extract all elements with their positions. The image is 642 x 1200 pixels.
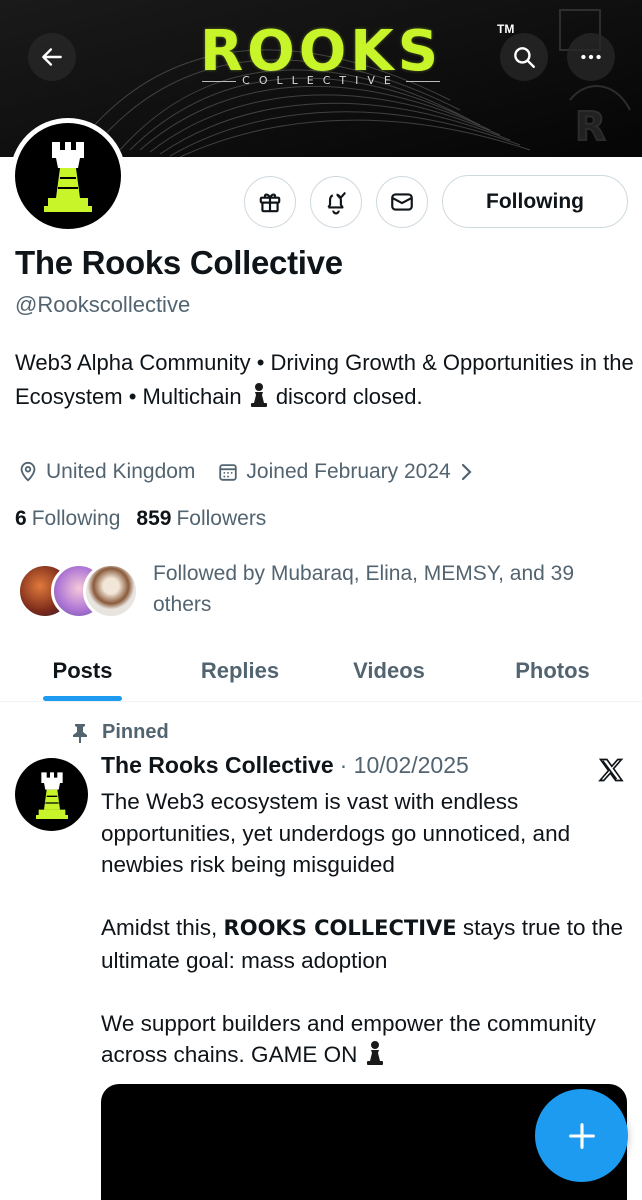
x-logo-icon[interactable] (596, 756, 626, 784)
chess-pawn-icon (366, 1041, 383, 1065)
following-count-link[interactable]: 6 Following (15, 507, 120, 531)
profile-name: The Rooks Collective (15, 244, 343, 281)
follow-counts: 6 Following 859 Followers (15, 507, 282, 531)
message-envelope-icon (391, 193, 413, 211)
plus-icon (568, 1122, 595, 1149)
post-text: The Web3 ecosystem is vast with endless … (101, 786, 631, 1102)
post-paragraph-2: Amidst this, ROOKS COLLECTIVE stays true… (101, 912, 631, 976)
followed-by-text[interactable]: Followed by Mubaraq, Elina, MEMSY, and 3… (153, 558, 623, 620)
tab-videos[interactable]: Videos (315, 640, 463, 702)
profile-avatar[interactable] (10, 118, 126, 234)
brand-trademark: TM (497, 22, 515, 36)
notifications-button[interactable] (310, 176, 362, 228)
chess-pawn-icon (250, 383, 267, 407)
search-button[interactable] (500, 33, 548, 81)
post-header: The Rooks Collective · 10/02/2025 (101, 752, 469, 779)
search-icon (514, 47, 535, 68)
rook-logo-icon (35, 771, 68, 819)
pinned-label: Pinned (102, 721, 169, 743)
brand-subtitle: COLLECTIVE (0, 74, 642, 87)
mutual-avatar-3 (83, 563, 139, 619)
more-horizontal-icon (581, 54, 601, 60)
followers-count: 859 (136, 507, 172, 530)
calendar-icon (219, 464, 238, 481)
post-author-avatar[interactable] (15, 758, 88, 831)
more-button[interactable] (567, 33, 615, 81)
notification-bell-icon (327, 192, 346, 215)
active-tab-indicator (43, 696, 122, 701)
svg-text:R: R (575, 104, 606, 150)
post-paragraph-2-start: Amidst this, (101, 915, 218, 940)
pinned-indicator: Pinned (70, 721, 169, 744)
post-author-name[interactable]: The Rooks Collective (101, 752, 334, 779)
tab-photos[interactable]: Photos (463, 640, 642, 702)
joined-text: Joined February 2024 (246, 460, 451, 483)
joined-date[interactable]: Joined February 2024 (217, 460, 481, 484)
post-paragraph-3-text: We support builders and empower the comm… (101, 1010, 596, 1068)
post-paragraph-3: We support builders and empower the comm… (101, 1008, 631, 1071)
chevron-right-icon (461, 463, 472, 481)
following-label: Following (31, 507, 121, 530)
post-paragraph-1: The Web3 ecosystem is vast with endless … (101, 789, 571, 877)
gift-icon (259, 193, 281, 213)
tab-posts[interactable]: Posts (0, 640, 165, 702)
profile-bio: Web3 Alpha Community • Driving Growth & … (15, 346, 635, 414)
location-pin-icon (20, 461, 36, 482)
subscribe-gift-button[interactable] (244, 176, 296, 228)
post-bold-brand: ROOKS COLLECTIVE (223, 916, 457, 940)
location: United Kingdom (17, 460, 195, 484)
compose-post-button[interactable] (535, 1089, 628, 1182)
rook-logo-icon (44, 142, 92, 212)
profile-handle: @Rookscollective (15, 292, 191, 317)
following-count: 6 (15, 507, 27, 530)
bio-text-2: discord closed. (275, 384, 423, 409)
tab-replies[interactable]: Replies (165, 640, 315, 702)
location-text: United Kingdom (46, 460, 196, 483)
post-date[interactable]: · 10/02/2025 (340, 752, 469, 779)
mutual-followers-avatars[interactable] (17, 563, 141, 621)
pin-icon (73, 723, 87, 743)
back-button[interactable] (28, 33, 76, 81)
followers-label: Followers (176, 507, 267, 530)
followers-count-link[interactable]: 859 Followers (136, 507, 266, 531)
back-arrow-icon (42, 48, 62, 66)
following-button[interactable]: Following (442, 175, 628, 228)
avatar-image (15, 123, 121, 229)
message-button[interactable] (376, 176, 428, 228)
profile-meta: United Kingdom Joined February 2024 (17, 460, 504, 484)
profile-tabs: Posts Replies Videos Photos (0, 640, 642, 702)
